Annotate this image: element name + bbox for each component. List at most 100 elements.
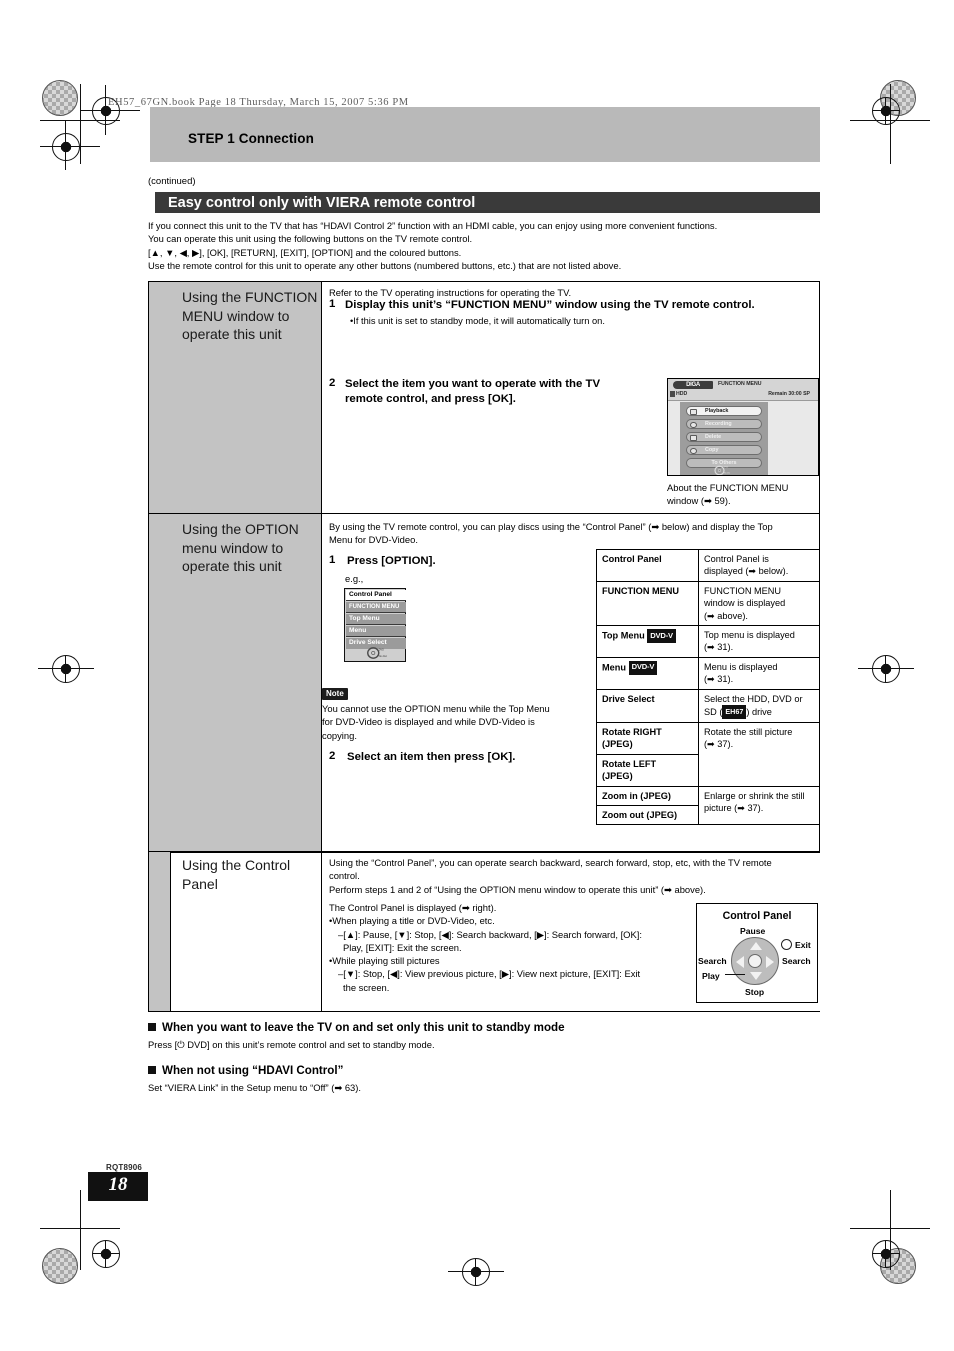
option-menu-eg: e.g., (345, 572, 363, 585)
crop-line-tl-h1 (80, 110, 140, 111)
cell-line-2: displayed (➡ below). (704, 566, 789, 577)
eh67-badge: EH67 (722, 705, 747, 719)
function-menu-step1-number: 1 (329, 298, 336, 310)
option-row-key-rotate-right: Rotate RIGHT (JPEG) (596, 721, 699, 755)
option-row-key-zoom-out: Zoom out (JPEG) (596, 804, 699, 826)
crop-line-tl-v1 (105, 85, 106, 135)
option-graphic-item-function-menu[interactable]: FUNCTION MENU (346, 602, 406, 613)
table-row: Top Menu DVD-V Top menu is displayed (➡ … (596, 625, 820, 658)
tv-menu-item-playback[interactable]: Playback (686, 406, 762, 416)
cell-line-2: (➡ 31). (704, 674, 734, 685)
control-panel-body-line-4: Play, [EXIT]: Exit the screen. (343, 941, 462, 953)
cell-line-1: Control Panel is (704, 554, 769, 564)
exit-button-icon (781, 939, 792, 950)
option-row-key-menu: Menu DVD-V (596, 656, 699, 690)
crop-line-tl-h2 (40, 146, 100, 147)
option-row-key-rotate-left: Rotate LEFT (JPEG) (596, 753, 699, 787)
table-row: Control Panel Control Panel is displayed… (596, 549, 820, 582)
function-menu-title-line-3: operate this unit (182, 326, 282, 342)
option-row-key-top-menu: Top Menu DVD-V (596, 625, 699, 658)
svg-text:DVD: DVD (379, 648, 384, 651)
delete-icon (690, 434, 697, 442)
table-row: Rotate RIGHT (JPEG) Rotate the still pict… (596, 721, 820, 787)
svg-text:No disc: No disc (379, 655, 387, 658)
cell-line-2: window is displayed (704, 598, 786, 609)
dpad-icon (731, 937, 779, 985)
crop-corner-br-v (890, 1190, 891, 1270)
tv-menu-item-recording-label: Recording (705, 421, 732, 427)
option-row-key-drive-select: Drive Select (596, 688, 699, 723)
option-row-value-top-menu: Top menu is displayed (➡ 31). (698, 625, 820, 658)
cell-line-2: SD (EH67) drive (704, 705, 772, 719)
cell-line-1: FUNCTION MENU (704, 585, 782, 596)
function-menu-title-line-2: MENU window to (182, 307, 290, 324)
dvd-video-badge: DVD-V (628, 660, 658, 675)
registration-mark-mid-right (872, 655, 900, 683)
table-row: Menu DVD-V Menu is displayed (➡ 31). (596, 656, 820, 690)
function-menu-step2-line-2: remote control, and press [OK]. (345, 393, 516, 405)
registration-mark-mid-left (52, 655, 80, 683)
bottom-body-1: Press [⏻ DVD] on this unit’s remote cont… (148, 1039, 435, 1050)
table-row: Drive Select Select the HDD, DVD or SD (… (596, 688, 820, 723)
tv-menu-item-delete[interactable]: Delete (686, 432, 762, 442)
tv-caption-line-1: About the FUNCTION MENU (667, 482, 789, 493)
control-panel-lead: Using the “Control Panel”, you can opera… (329, 856, 772, 896)
cell-line-1: Rotate the still picture (704, 726, 793, 737)
tv-menu-item-recording[interactable]: Recording (686, 419, 762, 429)
bullet-square-icon (148, 1023, 156, 1031)
tv-screen-menu-panel: Playback Recording Delete Copy To Others… (680, 402, 768, 475)
option-items-table: Control Panel Control Panel is displayed… (596, 549, 820, 826)
tv-menu-item-copy[interactable]: Copy (686, 445, 762, 455)
bottom-body-2: Set “VIERA Link” in the Setup menu to “O… (148, 1082, 361, 1093)
dpad-right-arrow-icon (766, 956, 774, 968)
function-menu-step1-text: Display this unit’s “FUNCTION MENU” wind… (345, 298, 755, 313)
crop-line-bc (448, 1271, 504, 1272)
document-code: RQT8906 (106, 1163, 143, 1172)
option-menu-title-line-2: menu window to (182, 539, 284, 556)
table-row: FUNCTION MENU FUNCTION MENU window is di… (596, 580, 820, 627)
option-graphic-item-control-panel[interactable]: Control Panel (346, 590, 406, 601)
option-row-key-function-menu: FUNCTION MENU (596, 580, 699, 627)
option-row-value-drive-select: Select the HDD, DVD or SD (EH67) drive (698, 688, 820, 723)
function-menu-screenshot-caption: About the FUNCTION MENU window (➡ 59). (667, 482, 788, 507)
option-menu-step2-text: Select an item then press [OK]. (347, 750, 515, 765)
option-menu-lead-line-1: By using the TV remote control, you can … (329, 521, 773, 532)
cell-line-2: picture (➡ 37). (704, 803, 764, 813)
option-menu-lead: By using the TV remote control, you can … (329, 520, 773, 547)
crop-line-ml (38, 668, 94, 669)
control-panel-body-line-5: •While playing still pictures (329, 955, 440, 967)
intro-line-2: You can operate this unit using the foll… (148, 233, 473, 245)
cell-line-1: Select the HDD, DVD or (704, 693, 803, 704)
dpad-label-stop: Stop (745, 987, 765, 997)
control-panel-title-line-1: Using the Control (182, 857, 291, 873)
play-leader-line (725, 974, 745, 976)
note-badge: Note (322, 688, 348, 700)
recording-icon (690, 421, 697, 429)
continued-label: (continued) (148, 176, 196, 187)
dpad-down-arrow-icon (750, 972, 762, 980)
cell-line-2: (➡ 31). (704, 642, 734, 653)
option-row-key-control-panel: Control Panel (596, 549, 699, 582)
control-panel-lead-line-1: Using the “Control Panel”, you can opera… (329, 857, 772, 868)
option-graphic-item-menu[interactable]: Menu (346, 626, 406, 637)
option-graphic-disc-icon: DVD No disc (367, 647, 387, 659)
dpad-label-play: Play (702, 971, 720, 981)
crop-corner-tr-v (890, 84, 891, 164)
bottom-heading-2: When not using “HDAVI Control” (148, 1064, 343, 1077)
dpad-label-search-right: Search (782, 956, 811, 966)
intro-line-3: [▲, ▼, ◀, ▶], [OK], [RETURN], [EXIT], [O… (148, 246, 462, 258)
option-row-key-zoom-in: Zoom in (JPEG) (596, 785, 699, 806)
option-graphic-item-top-menu[interactable]: Top Menu (346, 614, 406, 625)
dpad-up-arrow-icon (750, 942, 762, 950)
cell-line-1: Top menu is displayed (704, 630, 795, 641)
crop-corner-bl-v (80, 1190, 81, 1270)
option-row-key-label: Top Menu (602, 630, 645, 641)
control-panel-lead-line-2: control. (329, 870, 360, 882)
dpad-label-exit: Exit (795, 940, 811, 950)
option-row-value-zoom: Enlarge or shrink the still picture (➡ 3… (698, 785, 820, 826)
function-menu-step2-line-1: Select the item you want to operate with… (345, 378, 601, 390)
function-menu-step1-line-1: Display this unit’s “FUNCTION MENU” wind… (345, 299, 755, 311)
option-menu-title-line-3: operate this unit (182, 558, 282, 574)
tv-menu-item-playback-label: Playback (705, 408, 729, 414)
option-menu-step1-text: Press [OPTION]. (347, 554, 436, 569)
